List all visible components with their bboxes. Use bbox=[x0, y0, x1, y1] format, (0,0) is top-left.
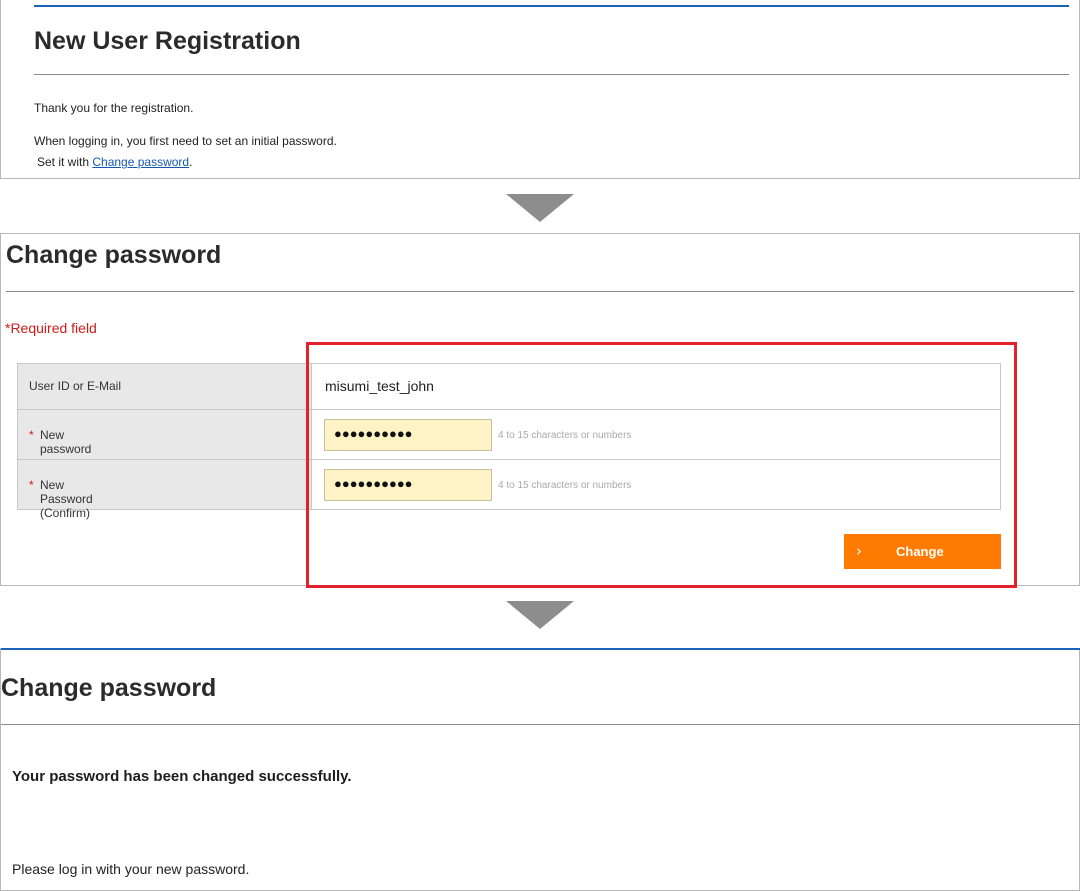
step-arrow-down-icon bbox=[506, 601, 574, 629]
title-divider bbox=[34, 74, 1069, 75]
page-title: New User Registration bbox=[34, 27, 301, 55]
change-password-link[interactable]: Change password bbox=[92, 155, 189, 169]
confirm-password-label: New Password (Confirm) * bbox=[29, 478, 93, 520]
instruction-text: When logging in, you first need to set a… bbox=[34, 134, 337, 148]
change-password-panel: Change password *Required field User ID … bbox=[0, 233, 1080, 588]
success-message: Your password has been changed successfu… bbox=[12, 768, 352, 785]
form-title: Change password bbox=[6, 241, 222, 269]
login-note: Please log in with your new password. bbox=[12, 861, 250, 877]
required-field-note: *Required field bbox=[5, 320, 97, 336]
highlight-box bbox=[306, 342, 1017, 588]
title-divider bbox=[6, 291, 1074, 292]
change-password-instruction: Set it with Change password. bbox=[37, 155, 192, 169]
instruction-prefix: Set it with bbox=[37, 155, 93, 169]
required-mark: * bbox=[29, 428, 34, 442]
result-title: Change password bbox=[1, 674, 217, 702]
accent-line bbox=[1, 648, 1080, 650]
registration-panel: New User Registration Thank you for the … bbox=[0, 0, 1080, 179]
user-id-label: User ID or E-Mail bbox=[29, 379, 122, 393]
required-mark: * bbox=[29, 478, 34, 492]
thank-you-text: Thank you for the registration. bbox=[34, 101, 194, 115]
new-password-label: New password * bbox=[29, 428, 92, 456]
result-panel: Change password Your password has been c… bbox=[0, 648, 1080, 891]
step-arrow-down-icon bbox=[506, 194, 574, 222]
row-label-cell: User ID or E-Mail bbox=[18, 364, 312, 409]
row-label-cell: New password * bbox=[18, 410, 312, 459]
title-divider bbox=[1, 724, 1080, 725]
row-label-cell: New Password (Confirm) * bbox=[18, 460, 312, 520]
instruction-suffix: . bbox=[189, 155, 193, 169]
accent-line bbox=[34, 5, 1069, 7]
